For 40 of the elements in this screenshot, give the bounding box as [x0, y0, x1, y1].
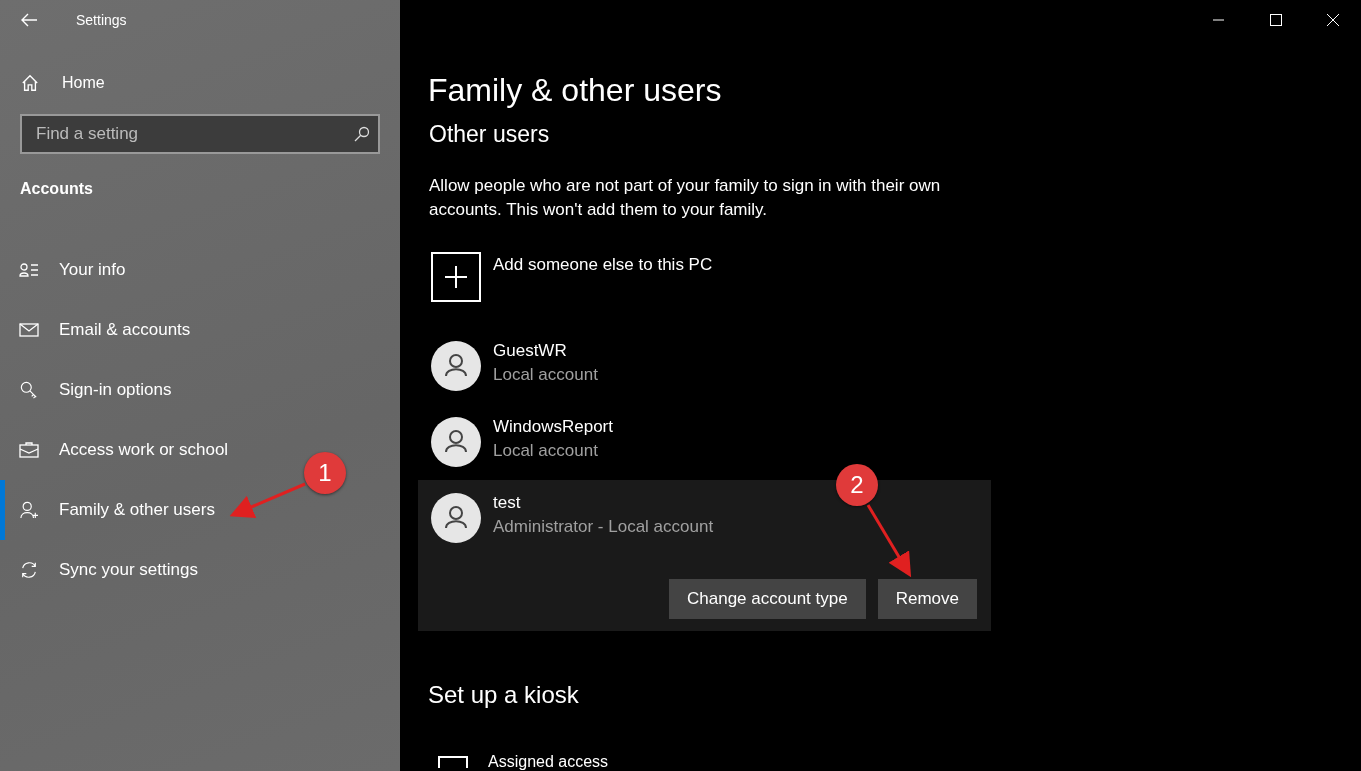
user-name: GuestWR [493, 341, 568, 361]
sidebar-item[interactable]: Family & other users [0, 480, 221, 540]
kiosk-option[interactable]: Assigned access [488, 753, 609, 771]
person-list-icon [19, 261, 39, 279]
sidebar-item[interactable]: Access work or school [0, 420, 235, 480]
kiosk-icon [438, 756, 468, 768]
user-row[interactable]: GuestWR Local account [428, 328, 998, 404]
user-name: test [493, 493, 522, 513]
home-nav-item[interactable]: Home [20, 70, 400, 96]
section-heading: Accounts [20, 180, 94, 198]
sidebar-item[interactable]: Sign-in options [0, 360, 178, 420]
description-text: Allow people who are not part of your family to sign in with their own accounts. This won't add them to your family. [429, 175, 942, 221]
account-type: Local account [493, 441, 599, 461]
search-field[interactable]: Find a setting [20, 114, 380, 154]
user-avatar-icon [431, 493, 481, 543]
back-arrow-icon[interactable] [20, 13, 38, 27]
briefcase-icon [19, 441, 39, 459]
home-icon [20, 74, 40, 92]
add-user-button[interactable] [431, 252, 481, 302]
account-action-button[interactable]: Remove [877, 579, 977, 619]
add-user-label[interactable]: Add someone else to this PC [493, 255, 713, 275]
sidebar-item[interactable]: Your info [0, 240, 132, 300]
account-type: Administrator - Local account [493, 517, 714, 537]
user-avatar-icon [431, 341, 481, 391]
sync-icon [19, 561, 39, 579]
mail-icon [19, 321, 39, 339]
account-action-button[interactable]: Change account type [669, 579, 866, 619]
plus-icon [444, 265, 468, 289]
user-name: WindowsReport [493, 417, 613, 437]
page-title: Family & other users [428, 71, 723, 110]
user-avatar-icon [431, 417, 481, 467]
sidebar-item[interactable]: Sync your settings [0, 540, 204, 600]
window-title: Settings [76, 12, 127, 28]
section-heading: Set up a kiosk [428, 681, 580, 709]
sidebar-item[interactable]: Email & accounts [0, 300, 197, 360]
section-heading: Other users [429, 120, 551, 148]
search-icon [354, 126, 370, 142]
account-type: Local account [493, 365, 598, 385]
key-icon [19, 381, 39, 399]
person-add-icon [19, 501, 39, 519]
